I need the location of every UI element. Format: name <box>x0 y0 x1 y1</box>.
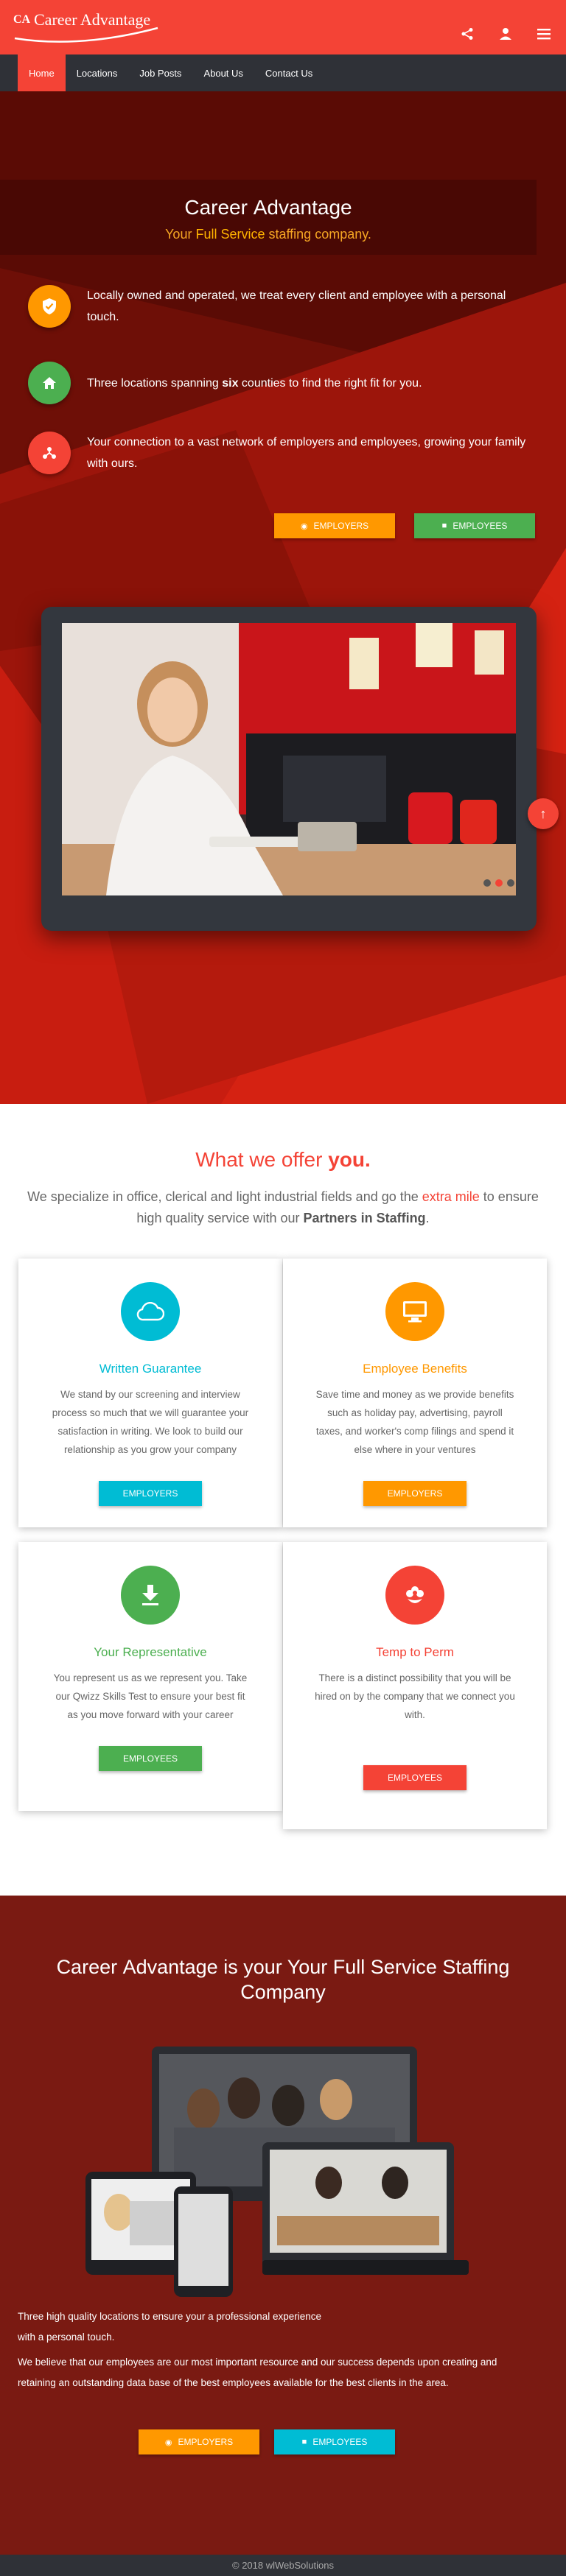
home-icon <box>28 362 71 404</box>
bottom-employees-button[interactable]: ■ Employees <box>274 2429 395 2454</box>
scroll-top-button[interactable]: ↑ <box>528 798 559 829</box>
card-employee-benefits: Employee Benefits Save time and money as… <box>283 1259 547 1527</box>
slider-dot-active[interactable] <box>495 879 503 887</box>
offer-title: What we offer you. <box>195 1148 371 1171</box>
brand-logo[interactable]: CA Career Advantage <box>13 9 161 46</box>
flower-icon <box>385 1566 444 1625</box>
main-nav: Home Locations Job Posts About Us Contac… <box>0 54 566 91</box>
bottom-text: Three high quality locations to ensure y… <box>18 2306 534 2398</box>
feature-network-text: Your connection to a vast network of emp… <box>87 436 526 470</box>
site-header: CA Career Advantage <box>0 0 566 54</box>
globe-icon: ◉ <box>300 521 308 531</box>
card-text: Save time and money as we provide benefi… <box>315 1389 514 1455</box>
card-written-guarantee: Written Guarantee We stand by our screen… <box>18 1259 282 1527</box>
monitor-icon <box>385 1282 444 1341</box>
shield-check-icon <box>28 285 71 328</box>
bottom-employers-button[interactable]: ◉ Employers <box>139 2429 259 2454</box>
logo-swoosh-icon <box>14 27 158 43</box>
card-employers-button[interactable]: Employers <box>363 1481 467 1506</box>
card-temp-to-perm: Temp to Perm There is a distinct possibi… <box>283 1542 547 1829</box>
feature-locations-text: Three locations spanning six counties to… <box>87 376 422 390</box>
card-text: You represent us as we represent you. Ta… <box>53 1672 248 1720</box>
card-your-representative: Your Representative You represent us as … <box>18 1542 282 1811</box>
devices-illustration <box>85 2047 469 2297</box>
menu-icon[interactable] <box>537 27 551 41</box>
hero-title-box: Career Advantage Your Full Service staff… <box>0 180 537 255</box>
offer-intro: We specialize in office, clerical and li… <box>27 1189 539 1225</box>
nav-item-job-posts[interactable]: Job Posts <box>128 54 192 91</box>
person-icon[interactable] <box>498 27 513 41</box>
hero-employees-button[interactable]: ■ Employees <box>414 513 535 538</box>
copyright-text: © 2018 wlWebSolutions <box>232 2560 334 2571</box>
card-employees-button[interactable]: Employees <box>363 1765 467 1790</box>
card-employers-button[interactable]: Employers <box>99 1481 202 1506</box>
slider-dot[interactable] <box>507 879 514 887</box>
offer-section: What we offer you. We specialize in offi… <box>0 1104 566 1896</box>
briefcase-icon: ■ <box>301 2438 307 2446</box>
slide-photo <box>62 623 516 895</box>
globe-icon: ◉ <box>164 2438 172 2447</box>
site-footer: © 2018 wlWebSolutions <box>0 2555 566 2576</box>
nav-item-about-us[interactable]: About Us <box>192 54 254 91</box>
card-employees-button[interactable]: Employees <box>99 1746 202 1771</box>
bottom-paragraph-1: Three high quality locations to ensure y… <box>18 2311 321 2343</box>
network-icon <box>28 432 71 474</box>
hero-title: Career Advantage <box>184 196 352 219</box>
share-icon[interactable] <box>460 27 475 41</box>
feature-local: Locally owned and operated, we treat eve… <box>28 285 529 328</box>
hero-section: Career Advantage Your Full Service staff… <box>0 91 566 1104</box>
feature-local-text: Locally owned and operated, we treat eve… <box>87 289 506 323</box>
bottom-paragraph-2: We believe that our employees are our mo… <box>18 2357 497 2388</box>
image-slider[interactable] <box>41 607 537 931</box>
bottom-title: Career Advantage is your Your Full Servi… <box>56 1956 510 2003</box>
nav-item-home[interactable]: Home <box>18 54 66 91</box>
slider-dot[interactable] <box>483 879 491 887</box>
card-title: Written Guarantee <box>99 1362 202 1376</box>
card-text: We stand by our screening and interview … <box>52 1389 249 1455</box>
nav-item-contact-us[interactable]: Contact Us <box>254 54 324 91</box>
card-text: There is a distinct possibility that you… <box>315 1672 515 1720</box>
arrow-up-icon: ↑ <box>539 806 547 821</box>
card-title: Temp to Perm <box>376 1645 454 1659</box>
cloud-icon <box>121 1282 180 1341</box>
nav-item-locations[interactable]: Locations <box>66 54 129 91</box>
hero-employers-button[interactable]: ◉ Employers <box>274 513 395 538</box>
download-icon <box>121 1566 180 1625</box>
card-title: Employee Benefits <box>363 1362 467 1376</box>
feature-locations: Three locations spanning six counties to… <box>28 362 529 404</box>
hero-subtitle: Your Full Service staffing company. <box>165 227 371 242</box>
feature-network: Your connection to a vast network of emp… <box>28 432 529 474</box>
card-title: Your Representative <box>94 1645 207 1659</box>
briefcase-icon: ■ <box>441 521 447 530</box>
slider-dots <box>483 879 514 887</box>
bottom-section: Career Advantage is your Your Full Servi… <box>0 1896 566 2555</box>
